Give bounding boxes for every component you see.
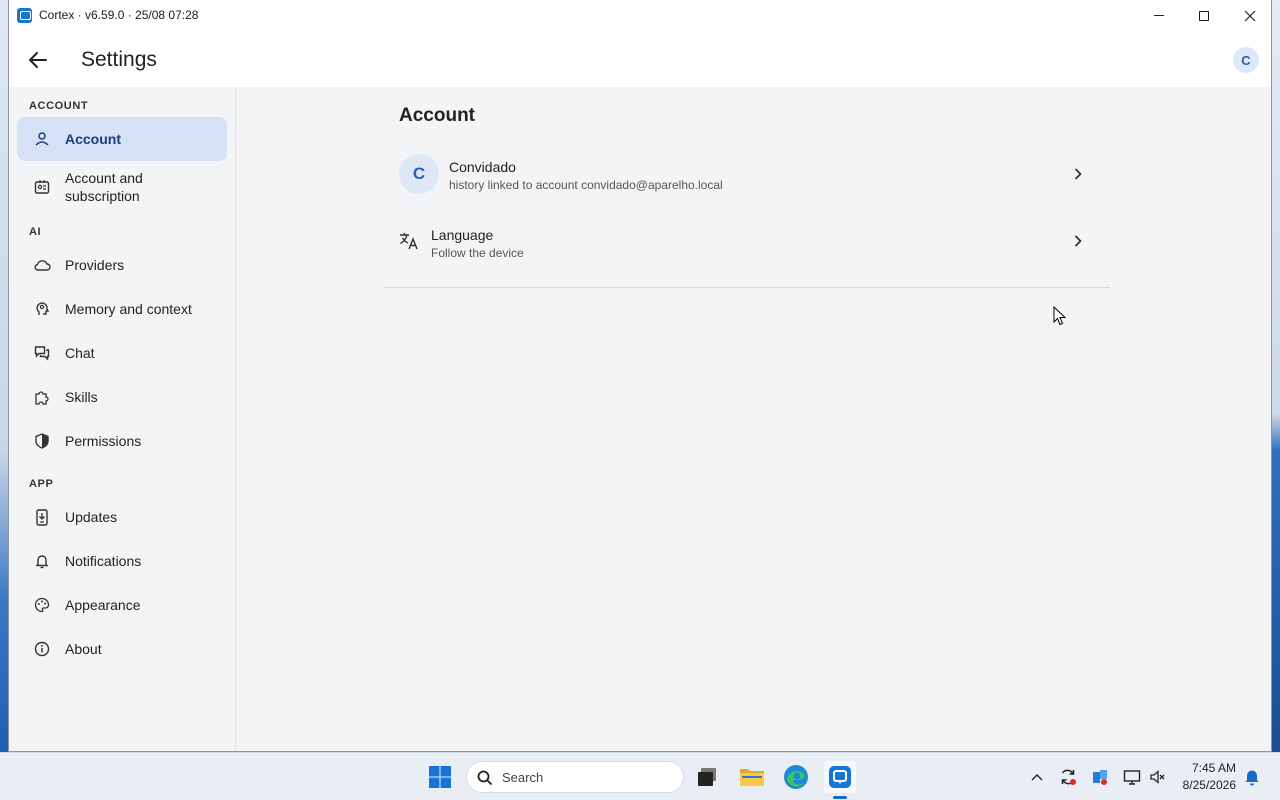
settings-content: Account C Convidado history linked to ac… [236, 87, 1271, 751]
bell-icon [1245, 770, 1259, 786]
shield-icon [33, 432, 51, 450]
profile-name: Convidado [449, 159, 516, 175]
language-subtitle: Follow the device [431, 246, 524, 260]
sidebar-item-label: Permissions [65, 433, 142, 449]
cortex-app-icon [829, 766, 851, 788]
section-label-app: APP [29, 478, 54, 490]
sidebar-item-account-subscription[interactable]: Account and subscription [17, 165, 227, 209]
show-hidden-icons-button[interactable] [1027, 767, 1047, 787]
start-button[interactable] [424, 761, 456, 793]
section-label-account: ACCOUNT [29, 100, 89, 112]
maximize-button[interactable] [1181, 0, 1227, 31]
sidebar-item-label: Account and subscription [65, 170, 143, 204]
app-logo-icon [17, 8, 32, 23]
edge-icon [784, 765, 808, 789]
sidebar-item-appearance[interactable]: Appearance [17, 583, 227, 627]
windows-logo-icon [429, 766, 451, 788]
section-title: Account [399, 105, 475, 126]
minimize-button[interactable] [1136, 0, 1182, 31]
arrow-left-icon [29, 52, 47, 68]
profile-subtitle: history linked to account convidado@apar… [449, 178, 723, 192]
sidebar-item-label: Notifications [65, 553, 142, 569]
palette-icon [33, 596, 51, 614]
sidebar-item-updates[interactable]: Updates [17, 495, 227, 539]
active-app-indicator [833, 796, 847, 799]
profile-row[interactable]: C Convidado history linked to account co… [383, 154, 1110, 214]
clock-time[interactable]: 7:45 AM [1180, 761, 1236, 775]
language-title: Language [431, 227, 494, 243]
desktop-wallpaper-left [0, 0, 8, 752]
user-avatar[interactable]: C [1233, 47, 1259, 73]
window-title: Cortex · v6.59.0 · 25/08 07:28 [39, 8, 199, 22]
chevron-up-icon [1031, 774, 1043, 781]
divider [383, 287, 1110, 288]
settings-sidebar: ACCOUNT Account Account and subscription… [9, 87, 236, 751]
search-placeholder: Search [502, 770, 544, 785]
taskbar-search[interactable]: Search [466, 761, 684, 793]
maximize-icon [1199, 10, 1209, 21]
section-label-ai: AI [29, 226, 42, 238]
sidebar-item-label: About [65, 641, 102, 657]
sidebar-item-account[interactable]: Account [17, 117, 227, 161]
speaker-muted-icon [1150, 770, 1165, 784]
sidebar-item-permissions[interactable]: Permissions [17, 419, 227, 463]
network-app-icon [1093, 770, 1107, 785]
sidebar-item-label: Appearance [65, 597, 141, 613]
file-explorer-button[interactable] [736, 761, 768, 793]
cortex-app-button[interactable] [824, 761, 856, 793]
desktop-wallpaper-right [1272, 0, 1280, 752]
taskbar: Search 7:45 AM 8/25/2026 [0, 752, 1280, 800]
person-icon [33, 130, 51, 148]
clock-date[interactable]: 8/25/2026 [1170, 778, 1236, 792]
info-icon [33, 640, 51, 658]
page-title: Settings [81, 48, 157, 71]
sidebar-item-label: Chat [65, 345, 95, 361]
sync-icon [1061, 769, 1076, 785]
settings-header: Settings C [9, 31, 1271, 87]
sidebar-item-label: Skills [65, 389, 98, 405]
title-bar[interactable]: Cortex · v6.59.0 · 25/08 07:28 [9, 0, 1271, 31]
sidebar-item-skills[interactable]: Skills [17, 375, 227, 419]
search-icon [477, 770, 493, 786]
cloud-icon [33, 256, 51, 274]
minimize-icon [1154, 15, 1164, 16]
sidebar-item-label: Account [65, 131, 121, 147]
sidebar-item-memory[interactable]: Memory and context [17, 287, 227, 331]
display-icon [1123, 770, 1141, 785]
mouse-cursor-icon [1053, 306, 1067, 326]
edge-browser-button[interactable] [780, 761, 812, 793]
sidebar-item-notifications[interactable]: Notifications [17, 539, 227, 583]
close-button[interactable] [1227, 0, 1271, 31]
chevron-right-icon [1075, 168, 1082, 180]
puzzle-icon [33, 388, 51, 406]
chat-bubbles-icon [33, 344, 51, 362]
notifications-button[interactable] [1242, 767, 1262, 787]
bell-icon [33, 552, 51, 570]
tray-network-app-button[interactable] [1090, 767, 1110, 787]
sidebar-item-chat[interactable]: Chat [17, 331, 227, 375]
profile-avatar: C [399, 154, 439, 194]
folder-icon [740, 769, 764, 786]
tray-sync-button[interactable] [1058, 767, 1078, 787]
sidebar-item-about[interactable]: About [17, 627, 227, 671]
task-view-icon [698, 768, 716, 786]
task-view-button[interactable] [692, 761, 724, 793]
brain-icon [33, 300, 51, 318]
sidebar-item-label: Providers [65, 257, 125, 273]
tray-display-button[interactable] [1122, 767, 1142, 787]
app-window: Cortex · v6.59.0 · 25/08 07:28 Settings … [8, 0, 1272, 752]
back-button[interactable] [25, 47, 51, 73]
tray-volume-button[interactable] [1148, 767, 1168, 787]
chevron-right-icon [1075, 235, 1082, 247]
sidebar-item-label: Memory and context [65, 301, 192, 317]
sidebar-item-label: Updates [65, 509, 118, 525]
download-phone-icon [33, 508, 51, 526]
language-row[interactable]: Language Follow the device [383, 225, 1110, 285]
close-icon [1244, 10, 1256, 21]
id-badge-icon [33, 178, 51, 196]
sidebar-item-providers[interactable]: Providers [17, 243, 227, 287]
translate-icon [399, 232, 419, 255]
